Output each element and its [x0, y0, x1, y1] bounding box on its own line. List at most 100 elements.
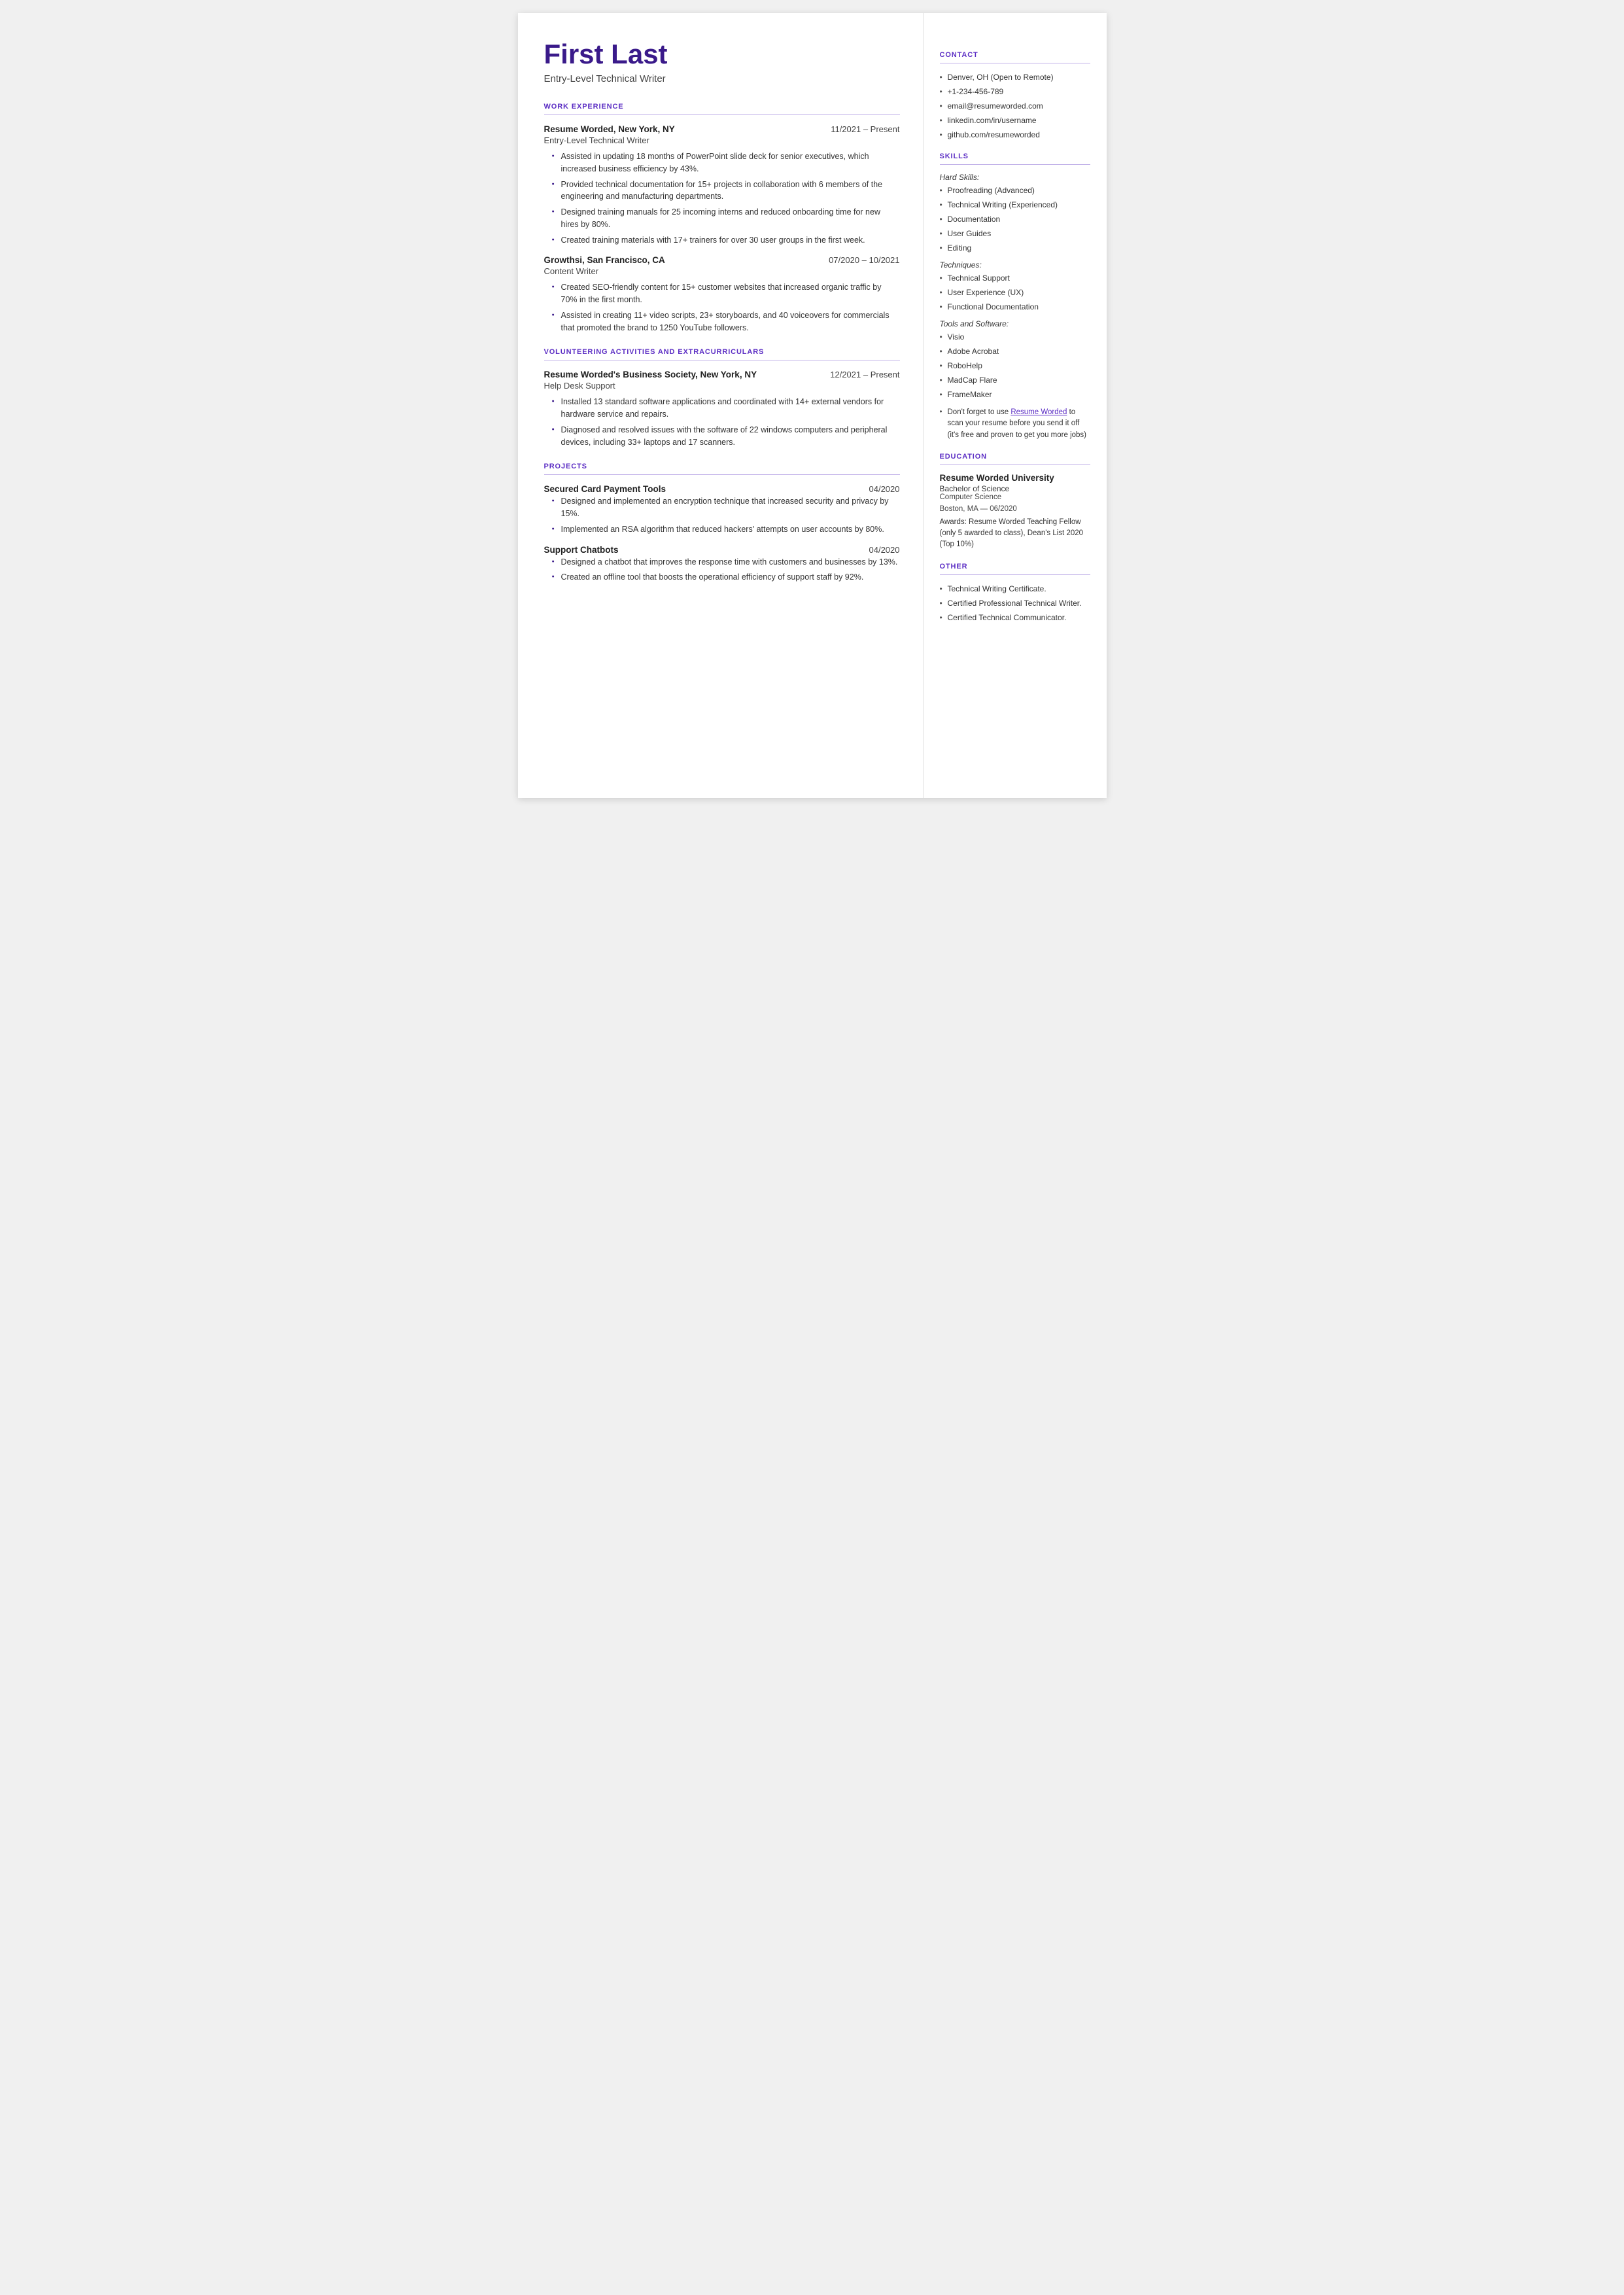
- edu-awards: Awards: Resume Worded Teaching Fellow (o…: [940, 517, 1090, 551]
- tool-item: FrameMaker: [940, 389, 1090, 400]
- projects-section: PROJECTS Secured Card Payment Tools 04/2…: [544, 463, 900, 584]
- projects-divider: [544, 474, 900, 475]
- promo-link[interactable]: Resume Worded: [1011, 408, 1067, 416]
- bullet-item: Designed and implemented an encryption t…: [552, 495, 900, 520]
- tool-item: Adobe Acrobat: [940, 345, 1090, 357]
- contact-item-email: email@resumeworded.com: [940, 100, 1090, 112]
- education-section: EDUCATION Resume Worded University Bache…: [940, 453, 1090, 551]
- skills-section: SKILLS Hard Skills: Proofreading (Advanc…: [940, 152, 1090, 441]
- work-experience-title: WORK EXPERIENCE: [544, 103, 900, 111]
- tool-item: RoboHelp: [940, 360, 1090, 372]
- edu-degree: Bachelor of Science: [940, 484, 1090, 493]
- contact-section: CONTACT Denver, OH (Open to Remote) +1-2…: [940, 51, 1090, 141]
- tools-list: Visio Adobe Acrobat RoboHelp MadCap Flar…: [940, 331, 1090, 400]
- job-title-1: Entry-Level Technical Writer: [544, 135, 900, 145]
- techniques-label: Techniques:: [940, 260, 1090, 270]
- resume-container: First Last Entry-Level Technical Writer …: [518, 13, 1107, 798]
- volunteer-block-1: Resume Worded's Business Society, New Yo…: [544, 370, 900, 448]
- technique-item: Functional Documentation: [940, 301, 1090, 313]
- contact-item-location: Denver, OH (Open to Remote): [940, 71, 1090, 83]
- hard-skills-label: Hard Skills:: [940, 173, 1090, 182]
- other-divider: [940, 574, 1090, 575]
- contact-list: Denver, OH (Open to Remote) +1-234-456-7…: [940, 71, 1090, 141]
- edu-location-date: Boston, MA — 06/2020: [940, 505, 1090, 513]
- skill-item: Technical Writing (Experienced): [940, 199, 1090, 211]
- project-bullets-1: Designed and implemented an encryption t…: [544, 495, 900, 535]
- bullet-item: Provided technical documentation for 15+…: [552, 179, 900, 203]
- tool-item: MadCap Flare: [940, 374, 1090, 386]
- job-dates-1: 11/2021 – Present: [831, 124, 899, 134]
- job-title-2: Content Writer: [544, 266, 900, 276]
- bullet-item: Implemented an RSA algorithm that reduce…: [552, 523, 900, 536]
- bullet-item: Assisted in updating 18 months of PowerP…: [552, 150, 900, 175]
- volunteer-title-1: Help Desk Support: [544, 381, 900, 391]
- job-block-1: Resume Worded, New York, NY 11/2021 – Pr…: [544, 124, 900, 246]
- bullet-item: Installed 13 standard software applicati…: [552, 396, 900, 421]
- edu-institution: Resume Worded University: [940, 473, 1090, 483]
- job-block-2: Growthsi, San Francisco, CA 07/2020 – 10…: [544, 255, 900, 334]
- job-company-2: Growthsi, San Francisco, CA: [544, 255, 665, 265]
- job-header-1: Resume Worded, New York, NY 11/2021 – Pr…: [544, 124, 900, 134]
- project-name-1: Secured Card Payment Tools: [544, 484, 666, 494]
- left-column: First Last Entry-Level Technical Writer …: [518, 13, 924, 798]
- contact-item-github: github.com/resumeworded: [940, 129, 1090, 141]
- contact-item-linkedin: linkedin.com/in/username: [940, 114, 1090, 126]
- project-block-1: Secured Card Payment Tools 04/2020 Desig…: [544, 484, 900, 535]
- job-company-1: Resume Worded, New York, NY: [544, 124, 675, 134]
- contact-item-phone: +1-234-456-789: [940, 86, 1090, 97]
- bullet-item: Created training materials with 17+ trai…: [552, 234, 900, 247]
- technique-item: Technical Support: [940, 272, 1090, 284]
- promo-note: Don't forget to use Resume Worded to sca…: [940, 407, 1090, 441]
- bullet-item: Designed a chatbot that improves the res…: [552, 556, 900, 569]
- project-bullets-2: Designed a chatbot that improves the res…: [544, 556, 900, 584]
- project-header-1: Secured Card Payment Tools 04/2020: [544, 484, 900, 494]
- candidate-subtitle: Entry-Level Technical Writer: [544, 73, 900, 84]
- project-block-2: Support Chatbots 04/2020 Designed a chat…: [544, 545, 900, 584]
- techniques-list: Technical Support User Experience (UX) F…: [940, 272, 1090, 313]
- edu-field: Computer Science: [940, 493, 1090, 501]
- projects-title: PROJECTS: [544, 463, 900, 470]
- volunteering-section: VOLUNTEERING ACTIVITIES AND EXTRACURRICU…: [544, 348, 900, 448]
- other-item: Certified Technical Communicator.: [940, 612, 1090, 623]
- education-title: EDUCATION: [940, 453, 1090, 461]
- volunteering-title: VOLUNTEERING ACTIVITIES AND EXTRACURRICU…: [544, 348, 900, 356]
- other-title: OTHER: [940, 563, 1090, 570]
- bullet-item: Created an offline tool that boosts the …: [552, 571, 900, 584]
- bullet-item: Diagnosed and resolved issues with the s…: [552, 424, 900, 449]
- volunteer-bullets-1: Installed 13 standard software applicati…: [544, 396, 900, 448]
- work-experience-divider: [544, 114, 900, 115]
- volunteer-header-1: Resume Worded's Business Society, New Yo…: [544, 370, 900, 379]
- bullet-item: Created SEO-friendly content for 15+ cus…: [552, 281, 900, 306]
- volunteer-company-1: Resume Worded's Business Society, New Yo…: [544, 370, 757, 379]
- job-header-2: Growthsi, San Francisco, CA 07/2020 – 10…: [544, 255, 900, 265]
- bullet-item: Designed training manuals for 25 incomin…: [552, 206, 900, 231]
- skills-title: SKILLS: [940, 152, 1090, 160]
- skills-divider: [940, 164, 1090, 165]
- bullet-item: Assisted in creating 11+ video scripts, …: [552, 309, 900, 334]
- resume-header: First Last Entry-Level Technical Writer: [544, 39, 900, 84]
- skill-item: Editing: [940, 242, 1090, 254]
- tool-item: Visio: [940, 331, 1090, 343]
- candidate-name: First Last: [544, 39, 900, 69]
- contact-title: CONTACT: [940, 51, 1090, 59]
- other-list: Technical Writing Certificate. Certified…: [940, 583, 1090, 623]
- job-bullets-2: Created SEO-friendly content for 15+ cus…: [544, 281, 900, 334]
- technique-item: User Experience (UX): [940, 287, 1090, 298]
- job-dates-2: 07/2020 – 10/2021: [829, 255, 899, 265]
- skill-item: Proofreading (Advanced): [940, 184, 1090, 196]
- volunteer-dates-1: 12/2021 – Present: [830, 370, 899, 379]
- project-name-2: Support Chatbots: [544, 545, 619, 555]
- right-column: CONTACT Denver, OH (Open to Remote) +1-2…: [924, 13, 1107, 798]
- hard-skills-list: Proofreading (Advanced) Technical Writin…: [940, 184, 1090, 254]
- other-item: Certified Professional Technical Writer.: [940, 597, 1090, 609]
- other-section: OTHER Technical Writing Certificate. Cer…: [940, 563, 1090, 623]
- other-item: Technical Writing Certificate.: [940, 583, 1090, 595]
- work-experience-section: WORK EXPERIENCE Resume Worded, New York,…: [544, 103, 900, 334]
- skill-item: Documentation: [940, 213, 1090, 225]
- project-header-2: Support Chatbots 04/2020: [544, 545, 900, 555]
- skill-item: User Guides: [940, 228, 1090, 239]
- project-dates-1: 04/2020: [869, 484, 900, 494]
- project-dates-2: 04/2020: [869, 545, 900, 555]
- education-divider: [940, 464, 1090, 465]
- job-bullets-1: Assisted in updating 18 months of PowerP…: [544, 150, 900, 246]
